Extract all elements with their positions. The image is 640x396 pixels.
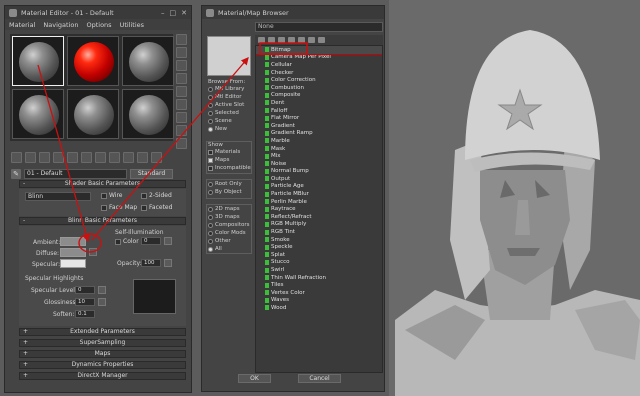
annotation-arrow-diffuse-to-bitmap [91,57,249,241]
annotation-overlay [37,42,308,253]
annotation-circle-diffuse-map [78,233,102,253]
annotation-box-bitmap [259,42,308,55]
annotation-arrow-slot-to-diffuse [37,64,90,243]
